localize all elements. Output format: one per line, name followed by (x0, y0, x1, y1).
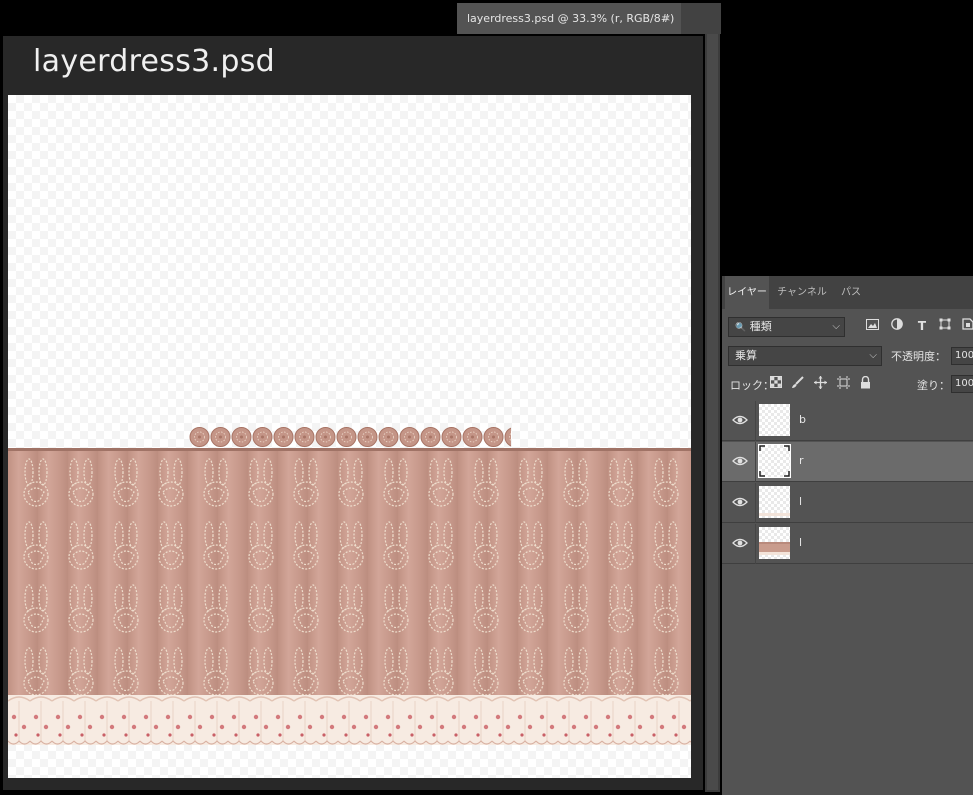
tab-paths[interactable]: パス (836, 276, 866, 309)
adjustment-filter-icon[interactable] (890, 318, 904, 334)
frill-hem (8, 695, 691, 745)
waistband (8, 448, 691, 451)
shape-filter-icon[interactable] (938, 318, 952, 334)
layer-thumbnail (759, 404, 790, 436)
window-title[interactable]: layerdress3.psd (33, 44, 275, 79)
layer-row-selected[interactable]: r (722, 442, 973, 482)
canvas-artwork (8, 426, 691, 745)
layer-row[interactable]: b (722, 401, 973, 441)
chevron-down-icon: ⌵ (832, 321, 840, 332)
layer-thumbnail (759, 527, 790, 559)
fill-field[interactable]: 100 (951, 375, 973, 393)
panel-tabs: レイヤー チャンネル パス (722, 276, 973, 309)
layer-row[interactable]: l (722, 483, 973, 523)
layers-panel: レイヤー チャンネル パス 🔍 種類 ⌵ T 乗算 ⌵ 不透明度： 100 ロッ… (722, 276, 973, 795)
lock-artboard-icon[interactable] (836, 376, 850, 390)
opacity-field[interactable]: 100 (951, 347, 973, 365)
eye-icon[interactable] (732, 496, 748, 508)
image-filter-icon[interactable] (865, 318, 879, 334)
layer-thumbnail (758, 444, 791, 478)
canvas[interactable] (8, 95, 691, 778)
opacity-label: 不透明度： (891, 350, 946, 363)
type-filter-icon[interactable]: T (915, 318, 929, 334)
eye-icon[interactable] (732, 455, 748, 467)
filter-kind-select[interactable]: 🔍 種類 ⌵ (728, 317, 845, 337)
layer-name[interactable]: l (799, 536, 802, 549)
layer-name[interactable]: l (799, 495, 802, 508)
scrollbar-thumb[interactable] (707, 34, 718, 790)
document-tab[interactable]: layerdress3.psd @ 33.3% (r, RGB/8#) × (457, 3, 681, 34)
lock-position-icon[interactable] (813, 376, 827, 390)
lock-all-icon[interactable] (858, 375, 872, 390)
tab-bar-empty (681, 3, 721, 34)
rosette-band (189, 426, 511, 448)
smart-object-filter-icon[interactable] (961, 318, 973, 334)
layer-name[interactable]: b (799, 413, 806, 426)
blend-mode-value: 乗算 (735, 349, 757, 362)
search-icon: 🔍 (735, 323, 747, 333)
lock-image-icon[interactable] (790, 376, 804, 390)
divider (755, 483, 756, 523)
divider (755, 524, 756, 564)
chevron-down-icon: ⌵ (869, 350, 877, 361)
lock-transparent-icon[interactable] (769, 376, 783, 390)
document-window: layerdress3.psd (3, 36, 703, 790)
divider (755, 401, 756, 441)
close-tab-icon[interactable]: × (663, 3, 671, 34)
layer-row[interactable]: l (722, 524, 973, 564)
document-tab-label: layerdress3.psd @ 33.3% (r, RGB/8#) (467, 12, 675, 25)
vertical-scrollbar[interactable] (705, 34, 720, 792)
eye-icon[interactable] (732, 414, 748, 426)
layer-name[interactable]: r (799, 454, 804, 467)
divider (755, 442, 756, 482)
filter-kind-label: 種類 (749, 320, 772, 333)
tab-layers[interactable]: レイヤー (725, 276, 769, 309)
lock-label: ロック： (730, 379, 774, 392)
blend-mode-select[interactable]: 乗算 ⌵ (728, 346, 882, 366)
layer-thumbnail (759, 486, 790, 518)
tab-channels[interactable]: チャンネル (774, 276, 830, 309)
bunny-pattern (8, 451, 691, 696)
eye-icon[interactable] (732, 537, 748, 549)
fill-label: 塗り： (917, 379, 950, 392)
